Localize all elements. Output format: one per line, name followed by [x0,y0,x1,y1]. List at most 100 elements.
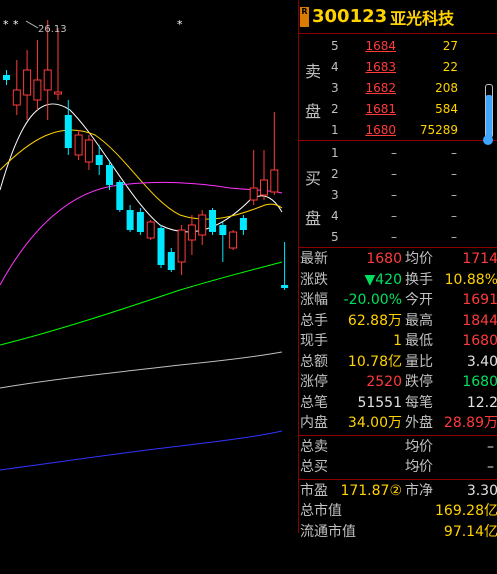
stat-row: 流通市值 97.14亿 [299,522,497,542]
buy-row[interactable]: 3 – – [299,185,497,206]
stat-row: 现手 1 最低 1680 [299,331,497,351]
moving-average-line [0,351,283,389]
stat-value: 1691 [462,292,497,308]
stat-value: 1680 [462,333,497,349]
stat-label: 量比 [405,353,433,370]
stat-value: – [487,459,494,475]
candle-body [95,155,103,165]
candle-body [281,285,289,288]
buy-price: – [391,188,397,202]
candle-body [116,182,124,210]
buy-row[interactable]: 5 – – [299,227,497,248]
stat-value: 3.30 [466,482,497,499]
stat-label: 总市值 [300,503,342,519]
buy-volume: – [451,167,457,181]
stat-value: 1844 [462,312,497,329]
candle-body [136,212,144,232]
stat-label: 换手 [405,271,433,288]
stat-value: 1680 [462,374,497,390]
buy-row[interactable]: 2 – – [299,164,497,185]
candle-body [12,89,21,106]
candle-body [157,228,165,265]
sell-row[interactable]: 1 1680 75289 [299,120,497,141]
buy-volume: – [451,230,457,244]
sell-price: 1683 [365,60,396,74]
stat-label: 涨停 [300,374,328,390]
buy-row[interactable]: 1 – – [299,143,497,164]
r-badge-icon: R [300,6,309,27]
stat-row: 市盈 171.87② 市净 3.30 [299,481,497,501]
sell-row[interactable]: 4 1683 22 [299,57,497,78]
stat-value: 12.2 [466,394,497,411]
moving-average-line [0,261,283,346]
stat-value: 62.88万 [347,312,402,329]
buy-price: – [391,146,397,160]
stat-value: 10.78亿 [347,353,402,370]
stat-label: 最高 [405,312,433,329]
marker-2: * [13,18,19,31]
buy-price: – [391,209,397,223]
stat-label: 总手 [300,312,328,329]
buy-row[interactable]: 4 – – [299,206,497,227]
candle-body [270,169,279,193]
thermometer-icon [483,84,493,145]
stat-label: 涨跌 [300,271,328,288]
buy-level: 5 [331,230,339,244]
sell-price: 1681 [365,102,396,116]
sell-row[interactable]: 2 1681 584 [299,99,497,120]
stat-label: 均价 [405,438,433,455]
stat-label: 跌停 [405,374,433,390]
stat-label: 总买 [300,459,328,475]
candle-body [209,210,216,232]
marker-1: * [3,18,9,31]
stat-value: 51551 [357,394,402,411]
candle-body [64,115,72,148]
buy-price: – [391,230,397,244]
candle-body [106,165,113,185]
stat-label: 总卖 [300,438,328,455]
high-price-label: 26.13 [38,24,67,35]
buy-volume: – [451,209,457,223]
buy-level: 4 [331,209,339,223]
stat-row: 最新 1680 均价 1714 [299,249,497,269]
stats-table: 最新 1680 均价 1714 涨跌 ▼420 换手 10.88% 涨幅 -20.00% 今开 169… [299,248,497,574]
stat-label: 外盘 [405,415,433,431]
sell-level: 3 [331,81,339,95]
candle-body [198,214,207,236]
moving-average-line [0,181,283,286]
stat-row: 总笔 51551 每笔 12.2 [299,393,497,413]
stat-value: 1680 [366,251,402,267]
stat-label: 总额 [300,353,328,370]
candle-body [229,231,238,249]
candle-body [219,225,227,235]
stat-value: 10.88% [444,271,497,288]
sell-volume: 27 [442,39,458,53]
stat-label: 均价 [405,251,433,267]
candle-body [43,69,52,91]
sell-volume: 75289 [419,123,458,137]
sell-level: 5 [331,39,339,53]
stat-label: 现手 [300,333,328,349]
candle-body [177,229,186,263]
moving-average-line [0,430,283,471]
stat-label: 最低 [405,333,433,349]
stat-value: 28.89万 [443,415,497,431]
high-label-leader [25,20,39,29]
candle-body [54,91,62,95]
stat-value: 97.14亿 [443,523,497,540]
stat-value: 3.40 [466,353,497,370]
sell-volume: 584 [435,102,458,116]
stat-value: 1714 [462,251,497,267]
sell-price: 1680 [365,123,396,137]
sell-row[interactable]: 5 1684 27 [299,36,497,57]
candle-body [33,79,42,101]
stat-value: 34.00万 [347,415,402,431]
buy-level: 2 [331,167,339,181]
sell-level: 4 [331,60,339,74]
buy-book: 买 盘 1– –2– –3– –4– –5– – [299,141,497,248]
sell-row[interactable]: 3 1682 208 [299,78,497,99]
candlestick-chart[interactable]: * * * 26.13 [0,0,297,533]
stock-code[interactable]: 300123 [312,6,387,27]
stat-label: 内盘 [300,415,328,431]
stock-name[interactable]: 亚光科技 [390,5,454,29]
